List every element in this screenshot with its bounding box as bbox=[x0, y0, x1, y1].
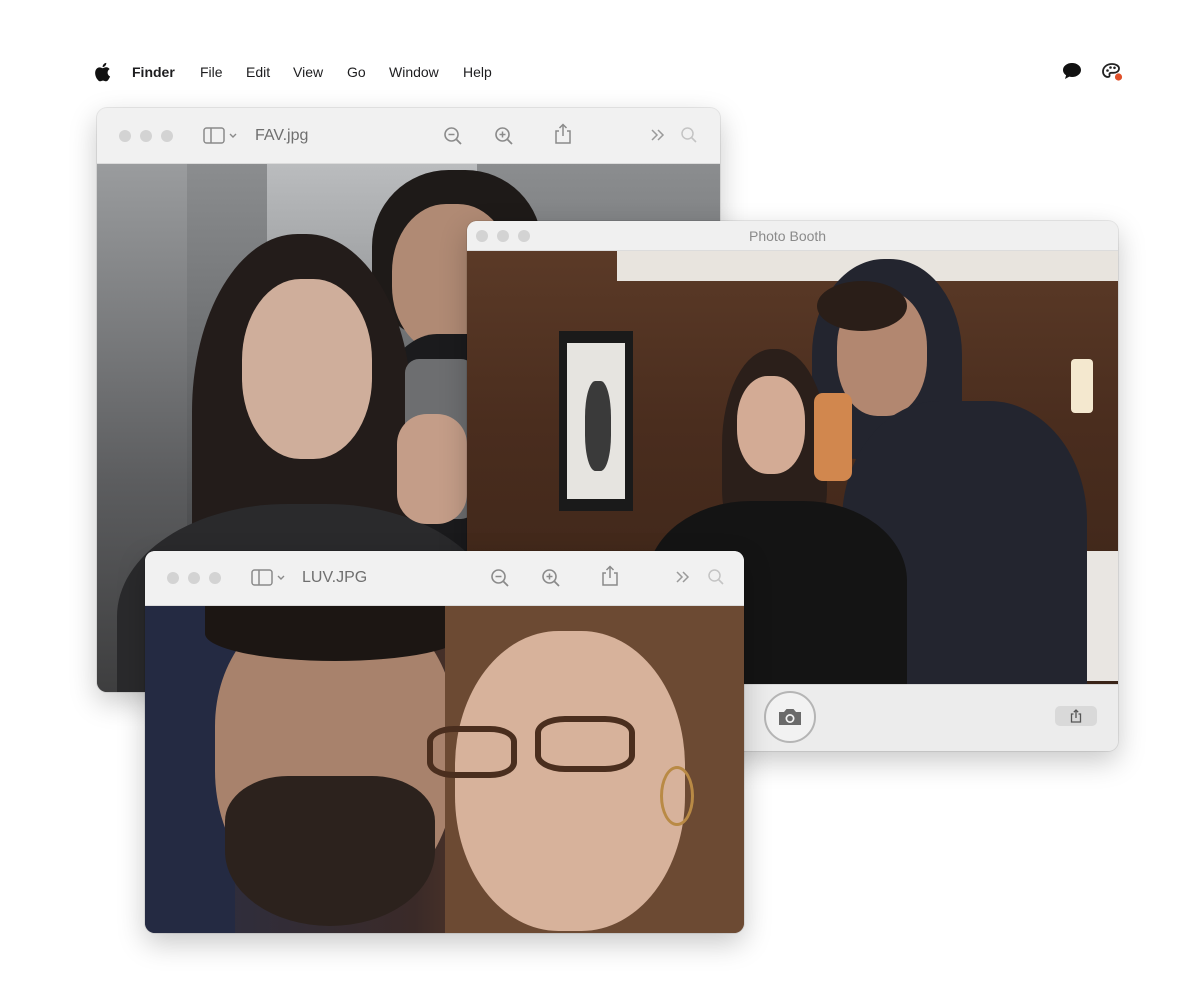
camera-icon bbox=[779, 709, 801, 725]
zoom-in-button[interactable] bbox=[494, 126, 514, 146]
zoom-button[interactable] bbox=[518, 230, 530, 242]
search-button[interactable] bbox=[680, 126, 698, 144]
zoom-in-icon bbox=[542, 569, 560, 587]
search-icon bbox=[681, 127, 697, 143]
zoom-button[interactable] bbox=[209, 572, 221, 584]
zoom-in-icon bbox=[495, 127, 513, 145]
window-title: Photo Booth bbox=[749, 228, 827, 244]
window-controls bbox=[476, 230, 530, 242]
minimize-button[interactable] bbox=[140, 130, 152, 142]
share-button[interactable] bbox=[601, 565, 619, 587]
share-button[interactable] bbox=[554, 123, 572, 145]
close-button[interactable] bbox=[119, 130, 131, 142]
title-bar[interactable]: FAV.jpg bbox=[97, 108, 720, 164]
minimize-button[interactable] bbox=[188, 572, 200, 584]
menu-window[interactable]: Window bbox=[389, 64, 439, 80]
photo-luv bbox=[145, 606, 744, 933]
share-icon bbox=[602, 565, 618, 586]
window-title: FAV.jpg bbox=[255, 127, 309, 144]
title-bar[interactable]: LUV.JPG bbox=[145, 551, 744, 606]
menu-bar: Finder File Edit View Go Window Help bbox=[0, 56, 1199, 90]
window-controls bbox=[167, 572, 221, 584]
take-photo-button[interactable] bbox=[764, 691, 816, 743]
close-button[interactable] bbox=[476, 230, 488, 242]
menu-go[interactable]: Go bbox=[347, 64, 366, 80]
apple-logo-icon[interactable] bbox=[93, 62, 111, 82]
zoom-out-button[interactable] bbox=[490, 568, 510, 588]
zoom-out-icon bbox=[491, 569, 509, 587]
zoom-button[interactable] bbox=[161, 130, 173, 142]
menu-view[interactable]: View bbox=[293, 64, 323, 80]
close-button[interactable] bbox=[167, 572, 179, 584]
more-tools-button[interactable] bbox=[650, 128, 666, 142]
sidebar-toggle[interactable] bbox=[251, 568, 287, 586]
chevron-double-right-icon bbox=[651, 129, 665, 141]
search-icon bbox=[708, 569, 724, 585]
zoom-in-button[interactable] bbox=[541, 568, 561, 588]
zoom-out-button[interactable] bbox=[443, 126, 463, 146]
minimize-button[interactable] bbox=[497, 230, 509, 242]
menu-file[interactable]: File bbox=[200, 64, 223, 80]
chevron-double-right-icon bbox=[676, 571, 690, 583]
title-bar[interactable]: Photo Booth bbox=[467, 221, 1118, 251]
color-palette-icon[interactable] bbox=[1101, 62, 1125, 82]
share-icon bbox=[1070, 709, 1082, 723]
more-tools-button[interactable] bbox=[675, 570, 691, 584]
menu-edit[interactable]: Edit bbox=[246, 64, 270, 80]
zoom-out-icon bbox=[444, 127, 462, 145]
window-title: LUV.JPG bbox=[302, 569, 368, 586]
menu-finder[interactable]: Finder bbox=[132, 64, 175, 80]
preview-window-luv[interactable]: LUV.JPG bbox=[145, 551, 744, 933]
window-controls bbox=[119, 130, 173, 142]
search-button[interactable] bbox=[707, 568, 725, 586]
menu-help[interactable]: Help bbox=[463, 64, 492, 80]
sidebar-icon bbox=[251, 569, 285, 586]
share-icon bbox=[555, 123, 571, 144]
sidebar-icon bbox=[203, 127, 237, 144]
sidebar-toggle[interactable] bbox=[203, 126, 239, 144]
message-bubble-icon[interactable] bbox=[1062, 62, 1082, 80]
share-button[interactable] bbox=[1055, 706, 1097, 726]
